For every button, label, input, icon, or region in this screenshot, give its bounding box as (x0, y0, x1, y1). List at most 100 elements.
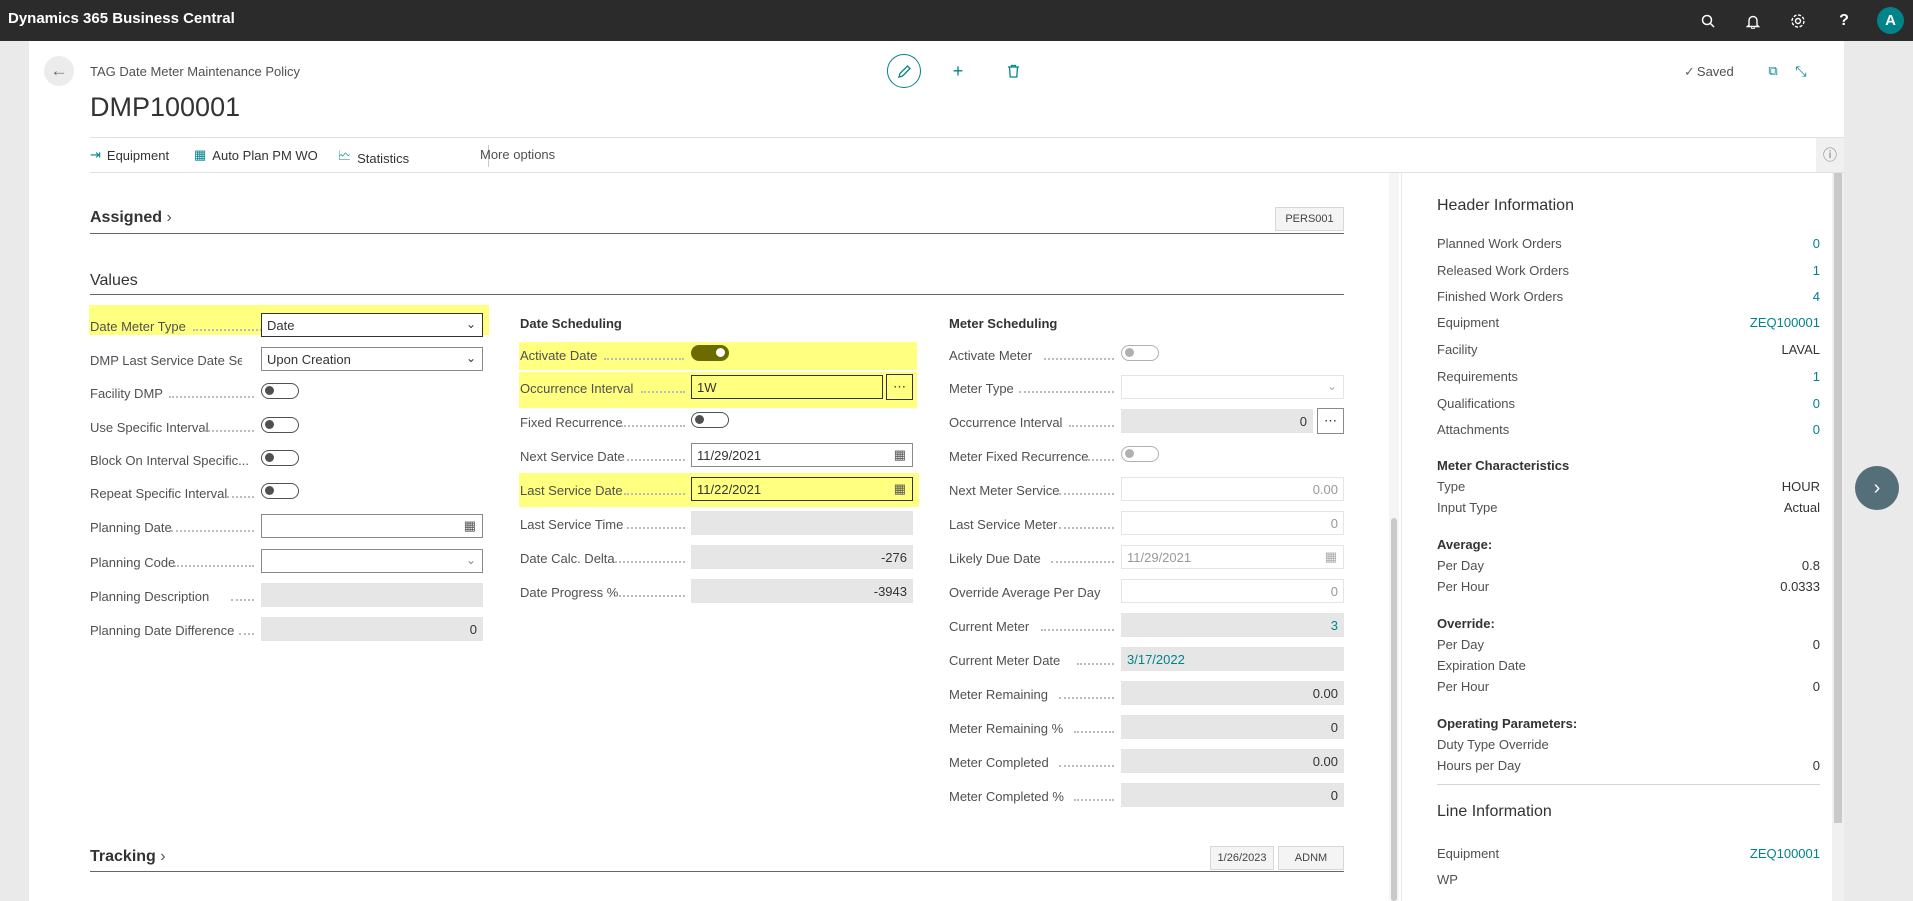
use-specific-interval-label: Use Specific Interval (90, 420, 209, 435)
fb-avg-per-hour-label: Per Hour (1437, 579, 1490, 594)
fb-attachments-value[interactable]: 0 (1813, 422, 1820, 437)
dots (169, 396, 254, 398)
next-service-date-label: Next Service Date (520, 449, 625, 464)
fb-qualifications-value[interactable]: 0 (1813, 396, 1820, 411)
fb-ov-per-hour-value: 0 (1812, 679, 1820, 694)
fb-requirements-value[interactable]: 1 (1813, 369, 1820, 384)
info-icon[interactable]: ⓘ (1816, 138, 1844, 172)
scrollbar-thumb[interactable] (1391, 518, 1397, 901)
last-service-date-input[interactable]: 11/22/2021 ▦ (691, 477, 913, 501)
calendar-icon[interactable]: ▦ (894, 447, 906, 463)
override-average-label: Override Average Per Day (949, 585, 1101, 600)
fb-released-wo-label: Released Work Orders (1437, 263, 1569, 278)
fb-equipment-value[interactable]: ZEQ100001 (1750, 315, 1820, 330)
next-record-chevron-icon[interactable]: › (1855, 466, 1899, 510)
use-specific-interval-toggle[interactable] (261, 417, 299, 433)
toggle-knob (1125, 348, 1134, 357)
help-icon[interactable]: ? (1831, 8, 1857, 34)
tracking-rule (90, 871, 1344, 872)
date-progress-label: Date Progress % (520, 585, 619, 600)
fb-released-wo-value[interactable]: 1 (1813, 263, 1820, 278)
meter-completed-label: Meter Completed (949, 755, 1049, 770)
dots (621, 425, 685, 427)
next-service-date-input[interactable]: 11/29/2021 ▦ (691, 443, 913, 467)
next-service-date-value: 11/29/2021 (697, 448, 762, 463)
new-plus-icon[interactable]: + (944, 57, 972, 85)
factbox-scrollbar[interactable] (1832, 173, 1844, 901)
fb-line-equipment-value[interactable]: ZEQ100001 (1750, 846, 1820, 861)
more-options-label: More options (480, 147, 556, 162)
toggle-knob (716, 348, 725, 357)
chevron-right-icon: › (166, 209, 172, 226)
date-meter-type-select[interactable]: Date ⌄ (261, 313, 483, 337)
fb-facility-label: Facility (1437, 342, 1478, 357)
activate-meter-toggle[interactable] (1121, 345, 1159, 361)
planning-date-input[interactable]: ▦ (261, 514, 483, 538)
fb-input-type-value: Actual (1783, 500, 1820, 515)
auto-plan-action[interactable]: ▦ Auto Plan PM WO (194, 147, 318, 163)
current-meter-date-link[interactable]: 3/17/2022 (1121, 647, 1344, 671)
last-service-meter-field: 0 (1121, 511, 1344, 535)
bell-icon[interactable] (1740, 8, 1766, 34)
fb-planned-wo-value[interactable]: 0 (1813, 236, 1820, 251)
top-bar: Dynamics 365 Business Central ? A (0, 0, 1913, 41)
planning-code-select[interactable]: ⌄ (261, 549, 483, 573)
current-meter-link[interactable]: 3 (1121, 613, 1344, 637)
ellipsis-icon[interactable]: ⋯ (886, 374, 913, 400)
meter-remaining-field: 0.00 (1121, 681, 1344, 705)
date-scheduling-title: Date Scheduling (520, 316, 622, 331)
avatar[interactable]: A (1877, 7, 1904, 34)
fb-planned-wo-label: Planned Work Orders (1437, 236, 1562, 251)
fixed-recurrence-toggle[interactable] (691, 412, 729, 428)
scrollbar-thumb[interactable] (1834, 173, 1842, 823)
equipment-action[interactable]: ⇥ Equipment (90, 147, 169, 163)
more-options-action[interactable]: More options (480, 147, 555, 162)
page-title: DMP100001 (90, 92, 241, 122)
open-new-window-icon[interactable]: ⧉ (1759, 57, 1787, 85)
meter-completed-pct-label: Meter Completed % (949, 789, 1064, 804)
gear-icon[interactable] (1785, 8, 1811, 34)
last-service-meter-label: Last Service Meter (949, 517, 1058, 532)
dots (641, 391, 685, 393)
factbox-divider (1437, 784, 1820, 785)
dots (615, 561, 685, 563)
meter-remaining-pct-label: Meter Remaining % (949, 721, 1064, 736)
meter-type-select[interactable]: ⌄ (1121, 375, 1344, 399)
meter-scheduling-title: Meter Scheduling (949, 316, 1058, 331)
date-calc-delta-label: Date Calc. Delta (520, 551, 615, 566)
fb-finished-wo-value[interactable]: 4 (1813, 289, 1820, 304)
meter-characteristics-title: Meter Characteristics (1437, 458, 1570, 473)
facility-dmp-toggle[interactable] (261, 383, 299, 399)
repeat-specific-interval-toggle[interactable] (261, 483, 299, 499)
search-icon[interactable] (1695, 8, 1721, 34)
dmp-last-service-select[interactable]: Upon Creation ⌄ (261, 347, 483, 371)
meter-fixed-recurrence-toggle[interactable] (1121, 446, 1159, 462)
assigned-title: Assigned (90, 209, 163, 226)
calendar-icon[interactable]: ▦ (464, 518, 476, 534)
factbox-pane: Header Information Planned Work Orders 0… (1401, 173, 1844, 901)
chevron-down-icon: ⌄ (465, 553, 476, 567)
meter-remaining-pct-field: 0 (1121, 715, 1344, 739)
assigned-section-header[interactable]: Assigned › (90, 209, 172, 227)
ellipsis-icon[interactable]: ⋯ (1317, 408, 1344, 434)
dots (1041, 629, 1114, 631)
block-on-interval-toggle[interactable] (261, 450, 299, 466)
tracking-section-header[interactable]: Tracking › (90, 848, 166, 866)
main-scrollbar[interactable] (1389, 173, 1399, 901)
operating-parameters-title: Operating Parameters: (1437, 716, 1578, 731)
toggle-knob (265, 386, 274, 395)
calendar-icon[interactable]: ▦ (894, 481, 906, 497)
activate-date-label: Activate Date (520, 348, 598, 363)
collapse-icon[interactable]: ⤡ (1787, 57, 1815, 85)
activate-date-toggle[interactable] (691, 345, 729, 361)
fb-ov-per-day-value: 0 (1812, 637, 1820, 652)
occurrence-interval-input[interactable]: 1W (691, 375, 883, 399)
edit-pencil-icon[interactable] (887, 54, 921, 88)
meter-fixed-recurrence-label: Meter Fixed Recurrence (949, 449, 1089, 464)
statistics-action[interactable]: 🗠 Statistics (338, 147, 409, 169)
dots (1059, 765, 1114, 767)
back-arrow-icon[interactable]: ← (44, 56, 74, 86)
delete-trash-icon[interactable] (999, 57, 1027, 85)
toggle-knob (1125, 449, 1134, 458)
toggle-knob (265, 453, 274, 462)
